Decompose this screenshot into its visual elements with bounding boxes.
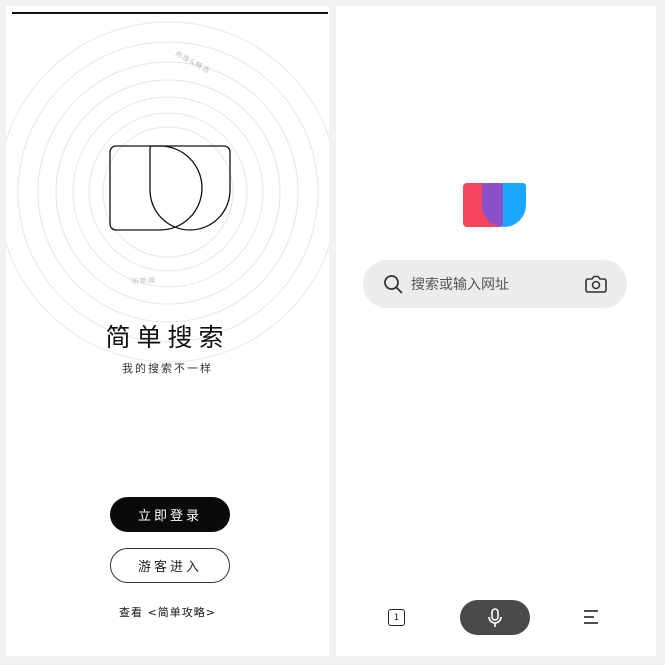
ring-label-news: 听新闻 xyxy=(131,276,157,286)
splash-screen: 热搜&精选 听新闻 简单搜索 我的搜索不一样 立即登录 游客进入 查看 <简单攻… xyxy=(6,6,329,656)
voice-search-button[interactable] xyxy=(460,600,530,635)
camera-icon[interactable] xyxy=(585,274,607,294)
search-input[interactable]: 搜索或输入网址 xyxy=(411,274,585,294)
bottom-toolbar: 1 xyxy=(336,596,656,640)
tabs-icon[interactable]: 1 xyxy=(388,609,405,626)
microphone-icon xyxy=(488,607,502,627)
search-icon xyxy=(384,275,403,294)
home-screen: 搜索或输入网址 1 xyxy=(336,6,656,656)
brand-logo-icon xyxy=(463,183,526,227)
login-button[interactable]: 立即登录 xyxy=(110,497,230,532)
guest-enter-button[interactable]: 游客进入 xyxy=(110,548,230,583)
tab-count: 1 xyxy=(393,612,400,623)
guide-link[interactable]: 查看 <简单攻略> xyxy=(6,604,329,620)
menu-icon[interactable] xyxy=(582,609,600,625)
app-logo-outline xyxy=(109,145,231,231)
search-bar[interactable]: 搜索或输入网址 xyxy=(363,260,627,308)
app-name: 简单搜索 xyxy=(105,323,230,352)
app-slogan: 我的搜索不一样 xyxy=(122,362,213,375)
